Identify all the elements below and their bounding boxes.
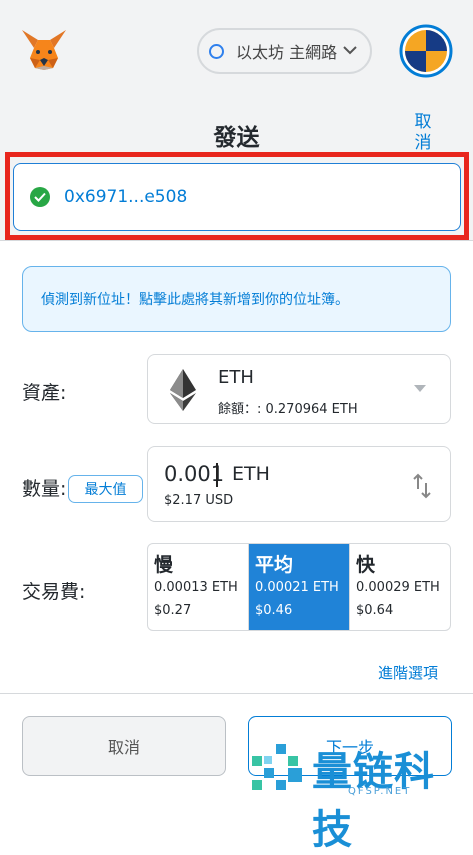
cancel-button[interactable]: 取消 [22, 716, 226, 776]
watermark-logo-icon [252, 744, 302, 790]
header-cancel-link[interactable]: 取消 [408, 112, 438, 154]
watermark: 量链科技 QFSP.NET [250, 738, 473, 853]
fee-selector: 慢 0.00013 ETH $0.27 平均 0.00021 ETH $0.46… [147, 543, 451, 631]
divider [0, 693, 473, 694]
fee-eth: 0.00021 ETH [255, 580, 339, 595]
fee-name: 慢 [154, 554, 174, 576]
new-address-notice[interactable]: 偵測到新位址！點擊此處將其新增到你的位址簿。 [22, 266, 451, 332]
watermark-text: 量链科技 [312, 749, 435, 853]
max-amount-button[interactable]: 最大值 [68, 475, 143, 503]
check-icon [30, 187, 50, 207]
fee-usd: $0.27 [154, 603, 192, 618]
asset-name: ETH [218, 367, 254, 388]
fee-eth: 0.00029 ETH [356, 580, 440, 595]
advanced-options-link[interactable]: 進階選項 [378, 662, 438, 683]
account-avatar-icon[interactable] [399, 24, 453, 78]
watermark-subtext: QFSP.NET [348, 786, 412, 797]
amount-label: 數量: [22, 478, 67, 500]
chevron-down-icon [343, 46, 357, 55]
amount-unit: ETH [232, 463, 270, 485]
swap-currency-icon[interactable] [412, 473, 432, 499]
amount-usd: $2.17 USD [164, 493, 234, 508]
recipient-address-field[interactable]: 0x6971...e508 [13, 163, 461, 231]
network-label: 以太坊 主網路 [236, 43, 338, 62]
fee-option-average[interactable]: 平均 0.00021 ETH $0.46 [249, 544, 350, 630]
asset-label: 資產: [22, 382, 67, 404]
fee-name: 快 [356, 554, 376, 576]
recipient-address: 0x6971...e508 [64, 187, 188, 207]
asset-selector[interactable]: ETH 餘額：: 0.270964 ETH [147, 354, 451, 424]
fee-label: 交易費: [22, 581, 86, 603]
ethereum-icon [170, 369, 196, 411]
fee-eth: 0.00013 ETH [154, 580, 238, 595]
fee-option-fast[interactable]: 快 0.00029 ETH $0.64 [350, 544, 450, 630]
metamask-fox-icon [22, 30, 66, 70]
fee-usd: $0.46 [255, 603, 293, 618]
divider [0, 240, 473, 241]
network-selector[interactable]: 以太坊 主網路 [197, 28, 372, 74]
asset-balance: 餘額：: 0.270964 ETH [218, 402, 358, 417]
fee-name: 平均 [255, 554, 294, 576]
network-status-icon [209, 43, 224, 59]
caret-down-icon [414, 385, 426, 392]
text-cursor [216, 463, 218, 487]
page-title: 發送 [213, 125, 260, 151]
fee-usd: $0.64 [356, 603, 394, 618]
amount-input[interactable]: 0.001 ETH $2.17 USD [147, 446, 451, 522]
fee-option-slow[interactable]: 慢 0.00013 ETH $0.27 [148, 544, 249, 630]
